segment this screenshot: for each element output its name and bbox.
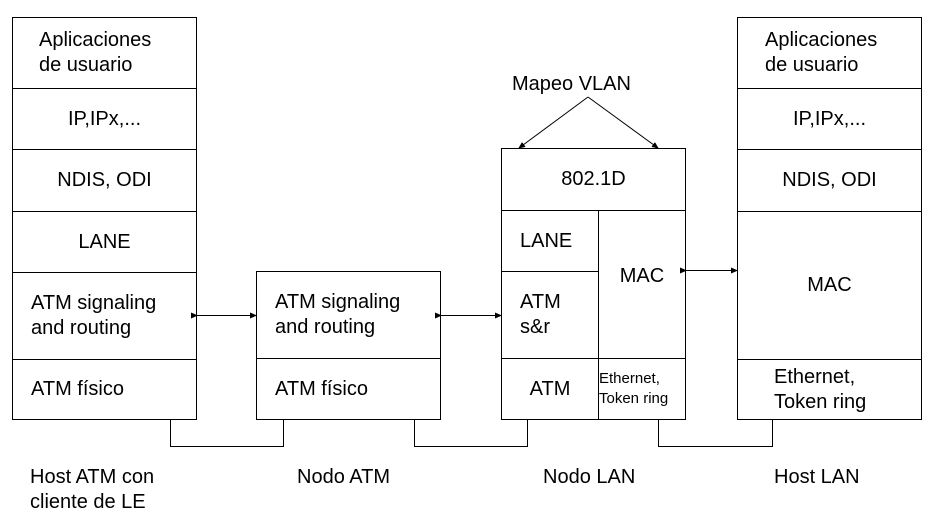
caption-nodo-atm: Nodo ATM xyxy=(297,466,390,488)
connectors xyxy=(170,96,773,447)
link-nodo-lan-host-lan xyxy=(658,420,773,447)
caption-nodo-lan: Nodo LAN xyxy=(543,466,636,488)
caption-host-lan: Host LAN xyxy=(774,466,860,488)
vlan-arrow-left xyxy=(518,96,589,149)
link-host-atm-nodo-atm xyxy=(170,420,284,447)
vlan-arrow-right xyxy=(587,96,659,149)
caption-host-atm: Host ATM con cliente de LE xyxy=(30,466,155,513)
link-nodo-atm-nodo-lan xyxy=(414,420,528,447)
annotation-mapeo-vlan: Mapeo VLAN xyxy=(512,73,631,95)
lane-protocol-diagram: Aplicaciones de usuario IP,IPx,... NDIS,… xyxy=(0,0,940,520)
